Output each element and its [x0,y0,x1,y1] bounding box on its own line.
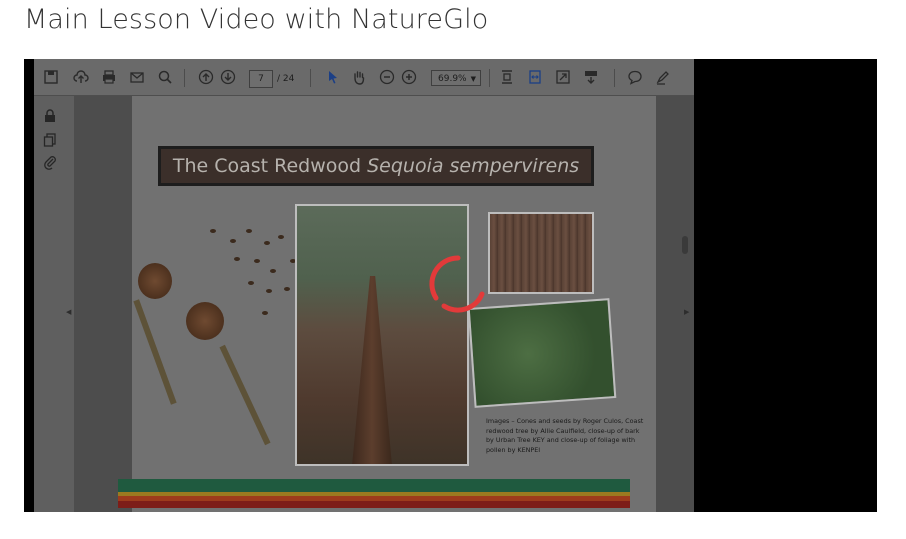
page-total-label: / 24 [277,74,295,84]
vertical-scrollbar[interactable] [682,236,688,254]
seed [284,287,290,291]
zoom-value: 69.9% [438,74,467,84]
bark-closeup-photo [488,212,594,294]
cone-image [138,263,172,299]
pdf-reader-window: 7 / 24 69.9% ▼ ◀ ▶ The Coast Redwood Seq… [34,59,694,512]
slide-title: The Coast Redwood [172,155,362,177]
fit-width-icon[interactable] [526,69,544,85]
page-down-icon[interactable] [219,69,237,85]
search-icon[interactable] [156,69,174,85]
toolbar-divider [489,69,490,87]
print-icon[interactable] [100,69,118,85]
decorative-color-band [118,479,630,508]
highlight-icon[interactable] [654,69,672,85]
slide-title-scientific-name: Sequoia sempervirens [367,155,580,177]
tree-trunk [352,276,392,464]
select-cursor-icon[interactable] [324,69,342,85]
page-title: Main Lesson Video with NatureGlo [24,4,489,35]
seed [254,259,260,263]
toolbar-divider [614,69,615,87]
page-up-icon[interactable] [197,69,215,85]
slide-title-banner: The Coast Redwood Sequoia sempervirens [158,146,594,186]
zoom-select[interactable]: 69.9% ▼ [431,70,481,86]
band-green [118,479,630,492]
cone-image [186,302,224,340]
seed [262,311,268,315]
chevron-down-icon: ▼ [470,75,476,83]
loading-spinner-icon [429,255,485,313]
seed [248,281,254,285]
cloud-upload-icon[interactable] [72,69,90,85]
expand-right-icon[interactable]: ▶ [684,308,689,316]
seed [278,235,284,239]
seed [266,289,272,293]
expand-left-icon[interactable]: ◀ [66,308,71,316]
zoom-in-icon[interactable] [400,69,418,85]
hand-tool-icon[interactable] [350,69,368,85]
toolbar-divider [184,69,185,87]
seed [264,241,270,245]
email-icon[interactable] [128,69,146,85]
page-number-input[interactable]: 7 [249,70,273,88]
fit-page-icon[interactable] [498,69,516,85]
attachment-icon[interactable] [42,154,58,170]
comment-icon[interactable] [626,69,644,85]
image-credits-caption: Images – Cones and seeds by Roger Culos,… [486,417,644,454]
reader-side-rail: ◀ [34,96,74,512]
redwood-tree-photo [295,204,469,466]
seed [270,269,276,273]
seed [246,229,252,233]
copy-pages-icon[interactable] [42,132,58,148]
reader-toolbar: 7 / 24 69.9% ▼ [34,59,694,96]
seed [210,229,216,233]
seed [234,257,240,261]
lock-icon[interactable] [42,108,58,124]
toolbar-divider [310,69,311,87]
band-red [118,501,630,508]
video-player[interactable]: 7 / 24 69.9% ▼ ◀ ▶ The Coast Redwood Seq… [24,59,877,512]
zoom-out-icon[interactable] [378,69,396,85]
scroll-mode-icon[interactable] [582,69,600,85]
full-screen-icon[interactable] [554,69,572,85]
seed [230,239,236,243]
save-icon[interactable] [42,69,60,85]
